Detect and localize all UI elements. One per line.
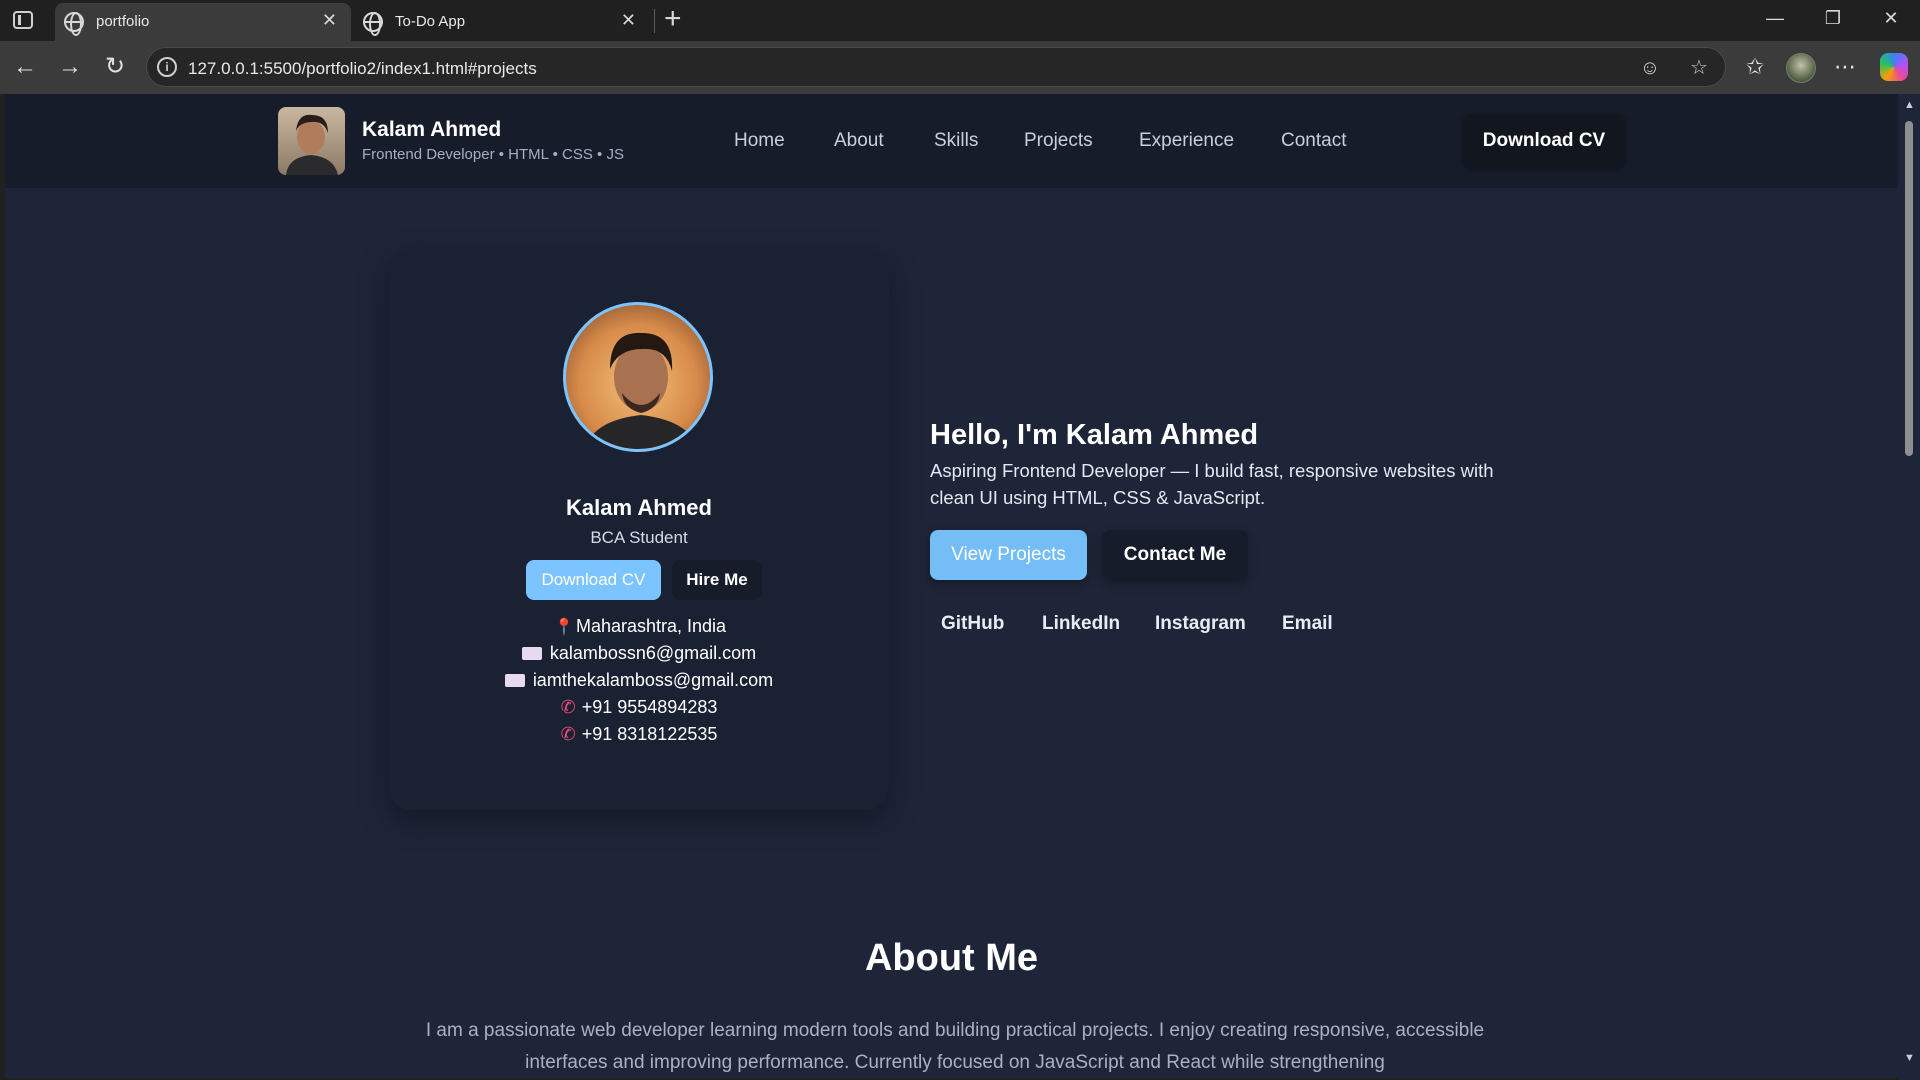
tab-portfolio[interactable]: portfolio ✕ — [55, 3, 351, 41]
scroll-down-icon[interactable]: ▼ — [1904, 1052, 1915, 1064]
hero-title: Hello, I'm Kalam Ahmed — [930, 419, 1259, 451]
about-text: I am a passionate web developer learning… — [425, 1020, 1485, 1073]
social-link-instagram[interactable]: Instagram — [1155, 613, 1246, 635]
profile-name: Kalam Ahmed — [566, 495, 712, 520]
hero-description: Aspiring Frontend Developer — I build fa… — [930, 460, 1494, 508]
header-download-cv-button[interactable]: Download CV — [1463, 114, 1625, 167]
reload-icon[interactable]: ↻ — [100, 52, 130, 82]
profile-avatar-icon[interactable] — [1786, 53, 1816, 83]
tab-todo-app[interactable]: To-Do App ✕ — [354, 3, 650, 41]
tab-title: To-Do App — [395, 13, 466, 30]
browser-window: portfolio ✕ To-Do App ✕ + — ❐ ✕ ← → ↻ i … — [0, 0, 1920, 1080]
avatar — [563, 302, 713, 452]
read-aloud-icon[interactable]: ☺ — [1638, 56, 1662, 80]
hire-me-button[interactable]: Hire Me — [672, 560, 762, 600]
sidebar-toggle-icon[interactable] — [13, 11, 33, 29]
address-bar[interactable]: i 127.0.0.1:5500/portfolio2/index1.html#… — [146, 47, 1726, 87]
email-text[interactable]: iamthekalamboss@gmail.com — [533, 670, 773, 690]
scrollbar-thumb[interactable] — [1905, 121, 1913, 456]
envelope-icon — [504, 674, 525, 687]
location-pin-icon: 📍 — [553, 619, 574, 636]
email-text[interactable]: kalambossn6@gmail.com — [550, 643, 756, 663]
phone-text[interactable]: +91 8318122535 — [582, 724, 718, 744]
forward-icon[interactable]: → — [55, 52, 85, 82]
view-projects-button[interactable]: View Projects — [930, 530, 1087, 580]
contact-email[interactable]: kalambossn6@gmail.com — [389, 643, 889, 664]
favorite-star-icon[interactable]: ☆ — [1687, 56, 1711, 80]
back-icon[interactable]: ← — [10, 52, 40, 82]
copilot-icon[interactable] — [1880, 53, 1908, 81]
globe-icon — [363, 12, 383, 36]
close-icon[interactable]: ✕ — [621, 11, 636, 29]
phone-icon: ✆ — [560, 697, 576, 717]
site-header: Kalam Ahmed Frontend Developer • HTML • … — [5, 94, 1898, 188]
page-viewport: Kalam Ahmed Frontend Developer • HTML • … — [5, 94, 1898, 1078]
nav-link-about[interactable]: About — [834, 130, 884, 152]
contact-me-button[interactable]: Contact Me — [1102, 530, 1248, 580]
scroll-up-icon[interactable]: ▲ — [1904, 99, 1915, 111]
nav-link-projects[interactable]: Projects — [1024, 130, 1093, 152]
contact-email[interactable]: iamthekalamboss@gmail.com — [389, 670, 889, 691]
nav-link-contact[interactable]: Contact — [1281, 130, 1346, 152]
contact-phone[interactable]: ✆ +91 9554894283 — [389, 697, 889, 718]
minimize-icon[interactable]: — — [1752, 8, 1798, 29]
close-icon[interactable]: ✕ — [322, 11, 337, 29]
social-link-linkedin[interactable]: LinkedIn — [1042, 613, 1120, 635]
page-scrollbar[interactable]: ▲ ▼ — [1898, 94, 1920, 1080]
phone-icon: ✆ — [560, 724, 576, 744]
brand-tagline: Frontend Developer • HTML • CSS • JS — [362, 146, 624, 163]
new-tab-icon[interactable]: + — [664, 2, 682, 36]
envelope-icon — [521, 647, 542, 660]
tab-strip: portfolio ✕ To-Do App ✕ + — ❐ ✕ — [0, 0, 1920, 41]
card-download-cv-button[interactable]: Download CV — [526, 560, 661, 600]
nav-link-skills[interactable]: Skills — [934, 130, 978, 152]
phone-text[interactable]: +91 9554894283 — [582, 697, 718, 717]
contact-phone[interactable]: ✆ +91 8318122535 — [389, 724, 889, 745]
contact-location: 📍 Maharashtra, India — [389, 616, 889, 637]
profile-card: Kalam Ahmed BCA Student Download CV Hire… — [389, 250, 889, 810]
nav-link-home[interactable]: Home — [734, 130, 785, 152]
about-title: About Me — [864, 937, 1039, 979]
site-info-icon[interactable]: i — [157, 57, 177, 77]
social-link-github[interactable]: GitHub — [941, 613, 1004, 635]
more-menu-icon[interactable]: ⋯ — [1830, 52, 1860, 82]
brand-name[interactable]: Kalam Ahmed — [362, 118, 501, 142]
tab-title: portfolio — [96, 13, 150, 30]
favorites-icon[interactable]: ✩ — [1740, 52, 1770, 82]
globe-icon — [64, 12, 84, 36]
social-link-email[interactable]: Email — [1282, 613, 1333, 635]
location-text: Maharashtra, India — [575, 616, 727, 636]
browser-toolbar: ← → ↻ i 127.0.0.1:5500/portfolio2/index1… — [0, 41, 1920, 94]
profile-role: BCA Student — [590, 528, 688, 547]
brand-photo[interactable] — [278, 107, 345, 175]
tab-divider — [654, 9, 655, 33]
url-text[interactable]: 127.0.0.1:5500/portfolio2/index1.html#pr… — [188, 59, 537, 79]
restore-icon[interactable]: ❐ — [1810, 8, 1856, 29]
nav-link-experience[interactable]: Experience — [1139, 130, 1234, 152]
window-close-icon[interactable]: ✕ — [1868, 8, 1914, 29]
